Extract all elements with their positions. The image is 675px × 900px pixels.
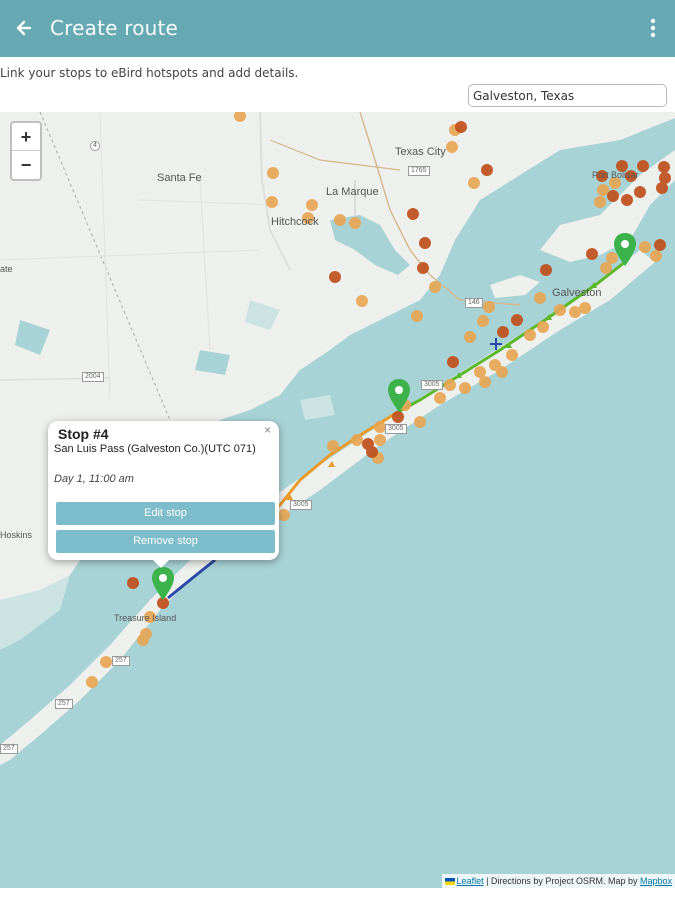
road-shield: 3005 [290,500,312,510]
map-label-hitchcock: Hitchcock [271,216,319,228]
remove-stop-button[interactable]: Remove stop [56,530,275,553]
road-shield: 257 [0,744,18,754]
hotspot-name: San Luis Pass (Galveston Co.)(UTC 071) [54,443,256,455]
map-label-la-marque: La Marque [326,186,379,198]
zoom-control: + − [10,121,42,181]
attribution-text: | Directions by Project OSRM. Map by [483,876,640,886]
road-shield: 3005 [421,380,443,390]
zoom-in-button[interactable]: + [12,123,40,151]
mapbox-link[interactable]: Mapbox [640,876,672,886]
map-label-galveston: Galveston [552,287,602,299]
map-label-port-bolivar: Port Bolivar [592,170,639,180]
road-shield: 4 [90,141,100,151]
arrow-left-icon[interactable] [10,14,38,42]
more-vert-icon[interactable] [643,16,663,40]
page-title: Create route [50,16,179,40]
stop-time: Day 1, 11:00 am [54,473,134,485]
road-shield: 1765 [408,166,430,176]
map-label-treasure-island: Treasure Island [114,613,177,623]
road-shield: 3005 [385,424,407,434]
stop-marker-icon[interactable] [387,379,411,413]
map-label-state: ate [0,264,13,274]
leaflet-link[interactable]: Leaflet [457,876,484,886]
location-search-input[interactable] [468,84,667,107]
map-attribution: Leaflet | Directions by Project OSRM. Ma… [441,874,675,888]
stop-popup: Stop #4 × San Luis Pass (Galveston Co.)(… [48,421,279,568]
road-shield: 257 [55,699,73,709]
map-label-texas-city: Texas City [395,146,446,158]
road-shield: 257 [112,656,130,666]
map-label-hoskins: Hoskins [0,530,33,540]
instructions-text: Link your stops to eBird hotspots and ad… [0,66,299,80]
map-label-santa-fe: Santa Fe [157,172,202,184]
close-icon[interactable]: × [264,423,271,437]
popup-tip [151,558,171,568]
ukraine-flag-icon [444,878,455,886]
popup-title: Stop #4 [58,426,109,442]
edit-stop-button[interactable]: Edit stop [56,502,275,525]
zoom-out-button[interactable]: − [12,151,40,179]
app-bar: Create route [0,0,675,57]
road-shield: 2004 [82,372,104,382]
stop-marker-icon[interactable] [613,233,637,267]
stop-marker-icon[interactable] [151,567,175,601]
road-shield: 146 [465,298,483,308]
